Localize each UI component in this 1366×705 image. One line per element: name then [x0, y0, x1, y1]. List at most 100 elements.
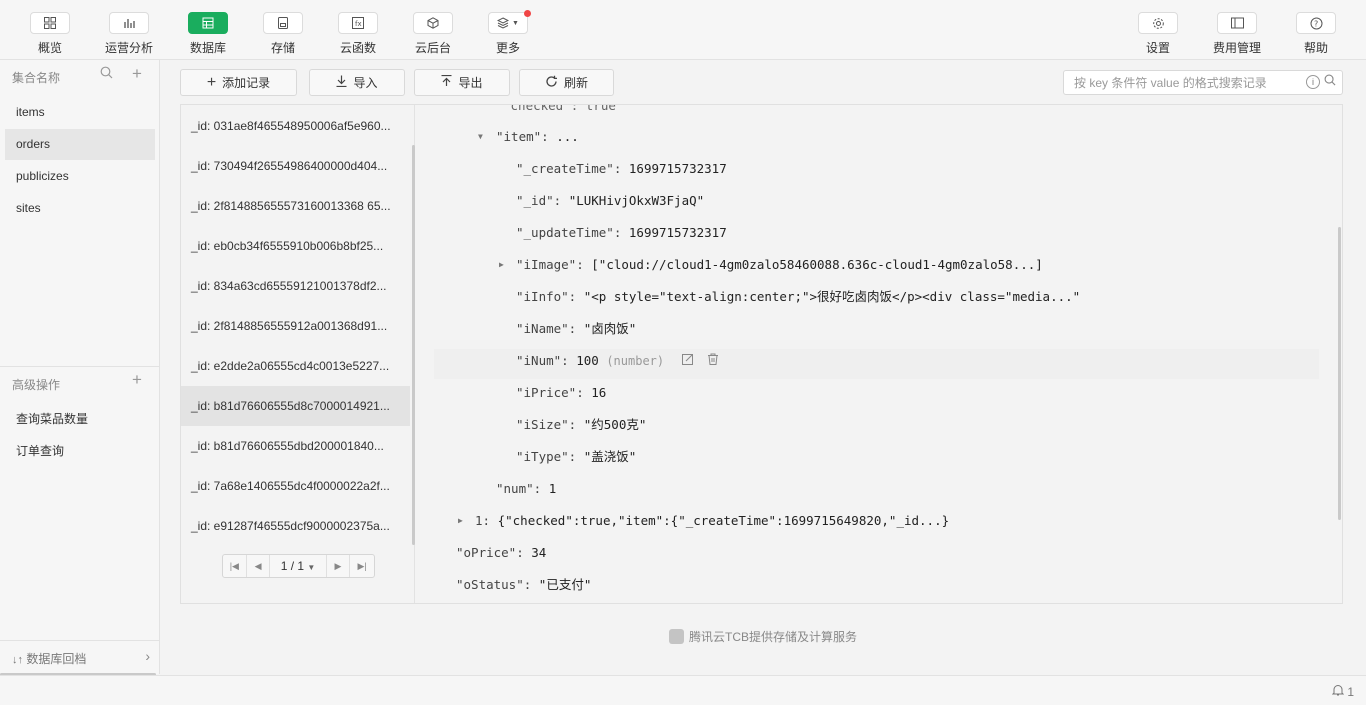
- record-list-scrollbar[interactable]: [412, 145, 415, 545]
- json-value: "约500克": [583, 417, 647, 432]
- toolbar-label: 设置: [1145, 41, 1170, 55]
- record-item[interactable]: _id: 031ae8f465548950006af5e960...: [181, 106, 410, 146]
- record-item[interactable]: _id: b81d76606555d8c7000014921...: [181, 386, 410, 426]
- json-row-iimage[interactable]: "iImage": ["cloud://cloud1-4gm0zalo58460…: [516, 255, 1043, 275]
- json-row-isize[interactable]: "iSize": "约500克": [516, 415, 646, 435]
- toolbar-cloud-admin-button[interactable]: 云后台: [393, 12, 473, 56]
- record-search-input[interactable]: [1064, 71, 1299, 94]
- toolbar-database-button[interactable]: 数据库: [168, 12, 248, 56]
- detail-scrollbar[interactable]: [1338, 227, 1341, 520]
- record-item[interactable]: _id: eb0cb34f6555910b006b8bf25...: [181, 226, 410, 266]
- json-row-iprice[interactable]: "iPrice": 16: [516, 383, 606, 403]
- toolbar-billing-button[interactable]: 费用管理: [1197, 12, 1277, 56]
- page-select[interactable]: 1 / 1 ▼: [270, 555, 327, 577]
- json-row-iinfo[interactable]: "iInfo": "<p style="text-align:center;">…: [516, 287, 1080, 307]
- json-row-updatetime[interactable]: "_updateTime": 1699715732317: [516, 223, 727, 243]
- json-row-itype[interactable]: "iType": "盖浇饭": [516, 447, 636, 467]
- first-page-button[interactable]: |◀: [223, 555, 247, 577]
- json-row-id[interactable]: "_id": "LUKHivjOkxW3FjaQ": [516, 191, 704, 211]
- toolbar-settings-button[interactable]: 设置: [1118, 12, 1198, 56]
- status-bar: 1: [0, 675, 1366, 705]
- collection-item[interactable]: sites: [5, 193, 155, 224]
- toolbar-label: 概览: [37, 41, 62, 55]
- collection-item[interactable]: items: [5, 97, 155, 128]
- json-key: "_updateTime":: [516, 225, 622, 240]
- expand-triangle-icon[interactable]: ▶: [458, 516, 463, 525]
- json-value: 16: [591, 385, 607, 400]
- gear-icon: [1138, 12, 1178, 34]
- toolbar-analytics-button[interactable]: 运营分析: [89, 12, 169, 56]
- toolbar-help-button[interactable]: ? 帮助: [1276, 12, 1356, 56]
- toolbar-label: 费用管理: [1212, 41, 1261, 55]
- cube-icon: [413, 12, 453, 34]
- database-rollback-link[interactable]: ↓↑ 数据库回档 ›: [0, 640, 160, 676]
- json-row-num[interactable]: "num": 1: [496, 479, 556, 499]
- collapse-triangle-icon[interactable]: ▼: [478, 132, 483, 141]
- json-key: 1:: [475, 513, 491, 528]
- json-row-iname[interactable]: "iName": "卤肉饭": [516, 319, 636, 339]
- json-row-createtime[interactable]: "_createTime": 1699715732317: [516, 159, 727, 179]
- collection-item[interactable]: publicizes: [5, 161, 155, 192]
- refresh-label: 刷新: [563, 76, 588, 90]
- json-value: 34: [531, 545, 547, 560]
- json-row-inum[interactable]: "iNum": 100 (number): [516, 351, 719, 371]
- json-value: "盖浇饭": [583, 449, 637, 464]
- footer-note-text: 腾讯云TCB提供存储及计算服务: [689, 630, 858, 644]
- json-value: 1699715732317: [628, 225, 727, 240]
- records-panel: _id: 031ae8f465548950006af5e960... _id: …: [180, 104, 1343, 604]
- toolbar-overview-button[interactable]: 概览: [10, 12, 90, 56]
- trash-icon[interactable]: [707, 351, 719, 371]
- add-record-button[interactable]: + 添加记录: [180, 69, 297, 96]
- json-row-array-item-1[interactable]: 1: {"checked":true,"item":{"_createTime"…: [475, 511, 949, 531]
- json-row-checked: "checked": true: [503, 105, 616, 113]
- toolbar-more-button[interactable]: ▼ 更多: [468, 10, 548, 56]
- search-icon[interactable]: [100, 66, 113, 83]
- record-item[interactable]: _id: e2dde2a06555cd4c0013e5227...: [181, 346, 410, 386]
- record-item[interactable]: _id: 2f8148856555912a001368d91...: [181, 306, 410, 346]
- export-label: 导出: [458, 76, 483, 90]
- record-list: _id: 031ae8f465548950006af5e960... _id: …: [181, 105, 415, 603]
- expand-triangle-icon[interactable]: ▶: [499, 260, 504, 269]
- help-icon: ?: [1296, 12, 1336, 34]
- record-search-box: i: [1063, 70, 1343, 95]
- caret-down-icon: ▼: [307, 563, 316, 572]
- add-advanced-icon[interactable]: +: [132, 370, 142, 390]
- edit-icon[interactable]: [681, 351, 694, 371]
- pagination: |◀ ◀ 1 / 1 ▼ ▶ ▶|: [222, 554, 375, 578]
- grid-icon: [30, 12, 70, 34]
- tcb-logo-icon: [669, 629, 684, 644]
- refresh-button[interactable]: 刷新: [519, 69, 614, 96]
- record-item[interactable]: _id: b81d76606555dbd200001840...: [181, 426, 410, 466]
- search-icon[interactable]: [1324, 74, 1336, 89]
- json-value: {"checked":true,"item":{"_createTime":16…: [497, 513, 950, 528]
- record-item[interactable]: _id: 834a63cd65559121001378df2...: [181, 266, 410, 306]
- record-detail: "checked": true ▼ "item": ... "_createTi…: [416, 105, 1342, 603]
- toolbar-label: 存储: [270, 41, 295, 55]
- advanced-item[interactable]: 查询菜品数量: [5, 404, 155, 435]
- last-page-button[interactable]: ▶|: [350, 555, 374, 577]
- caret-down-icon: ▼: [512, 19, 519, 27]
- add-collection-icon[interactable]: +: [132, 64, 142, 84]
- json-row-ostatus[interactable]: "oStatus": "已支付": [456, 575, 591, 595]
- import-button[interactable]: 导入: [309, 69, 405, 96]
- notification-button[interactable]: 1: [1331, 684, 1354, 699]
- json-type: (number): [606, 354, 665, 368]
- next-page-button[interactable]: ▶: [327, 555, 351, 577]
- record-item[interactable]: _id: e91287f46555dcf9000002375a...: [181, 506, 410, 546]
- record-item[interactable]: _id: 7a68e1406555dc4f0000022a2f...: [181, 466, 410, 506]
- info-icon[interactable]: i: [1306, 75, 1320, 89]
- export-button[interactable]: 导出: [414, 69, 510, 96]
- prev-page-button[interactable]: ◀: [247, 555, 271, 577]
- record-item[interactable]: _id: 2f814885655573160013368 65...: [181, 186, 410, 226]
- billing-icon: [1217, 12, 1257, 34]
- advanced-item[interactable]: 订单查询: [5, 436, 155, 467]
- json-key: "iName":: [516, 321, 577, 336]
- toolbar-functions-button[interactable]: fx 云函数: [318, 12, 398, 56]
- toolbar-storage-button[interactable]: 存储: [243, 12, 323, 56]
- json-row-oprice[interactable]: "oPrice": 34: [456, 543, 546, 563]
- collection-item[interactable]: orders: [5, 129, 155, 160]
- json-row-item[interactable]: "item": ...: [496, 127, 579, 147]
- json-key: "iSize":: [516, 417, 577, 432]
- record-item[interactable]: _id: 730494f26554986400000d404...: [181, 146, 410, 186]
- toolbar-label: 运营分析: [104, 41, 153, 55]
